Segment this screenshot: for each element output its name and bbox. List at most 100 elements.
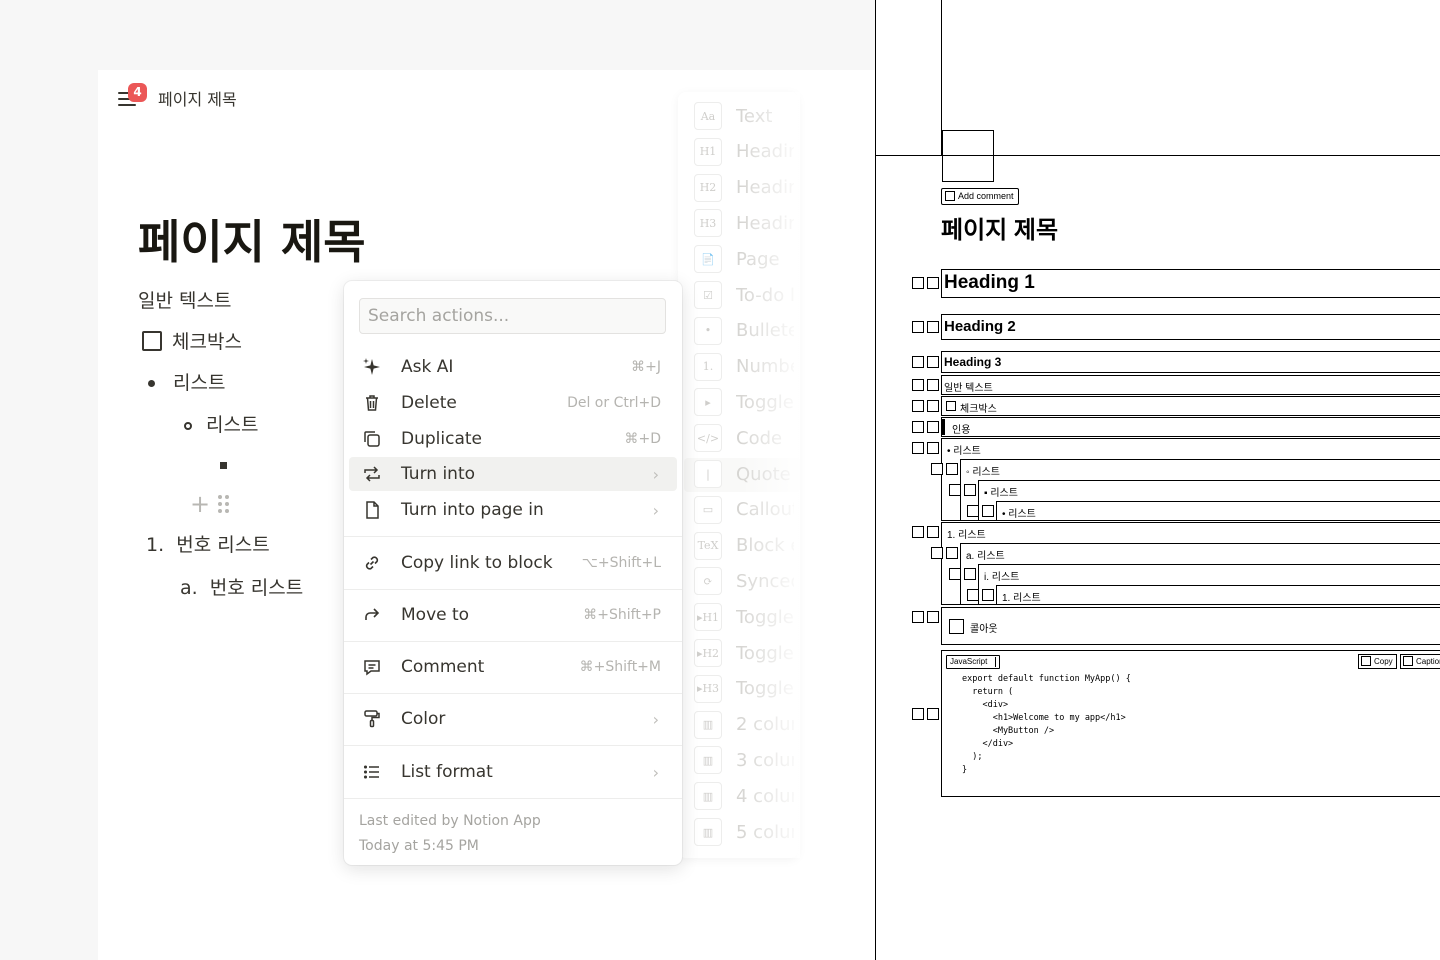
todo-block[interactable]: 체크박스: [941, 396, 1440, 416]
menu-item-color[interactable]: Color ›: [349, 702, 677, 736]
bulleted-list-item[interactable]: [220, 452, 227, 474]
menu-item-turn-into[interactable]: Turn into ›: [349, 457, 677, 491]
block-type-icon: ▥: [694, 710, 722, 739]
drag-icon[interactable]: [946, 463, 958, 475]
heading-3-block[interactable]: Heading 3: [941, 351, 1440, 373]
menu-item-turn-into-page[interactable]: Turn into page in ›: [349, 493, 677, 527]
numbered-list-item[interactable]: 1. 번호 리스트: [146, 530, 270, 557]
breadcrumb[interactable]: 페이지 제목: [158, 86, 237, 110]
drag-icon[interactable]: [964, 484, 976, 496]
drag-icon[interactable]: [927, 708, 939, 720]
chevron-right-icon: ›: [652, 500, 659, 520]
page-icon: [361, 499, 383, 521]
drag-icon[interactable]: [982, 505, 994, 517]
drag-icon[interactable]: [927, 321, 939, 333]
code-content[interactable]: export default function MyApp() { return…: [962, 673, 1131, 777]
copy-icon: [1361, 656, 1371, 666]
numbered-list-block[interactable]: 1. 리스트: [996, 585, 1440, 605]
page-title[interactable]: 페이지 제목: [138, 206, 366, 272]
add-icon[interactable]: [949, 484, 961, 496]
drag-icon[interactable]: [927, 356, 939, 368]
drag-icon[interactable]: [927, 379, 939, 391]
block-type-icon: </>: [694, 424, 722, 453]
menu-item-move-to[interactable]: Move to ⌘+Shift+P: [349, 598, 677, 632]
sidebar-menu-icon[interactable]: 4: [116, 83, 147, 110]
quote-block[interactable]: 인용: [941, 417, 1440, 437]
add-icon[interactable]: [912, 611, 924, 623]
drag-handle-icon[interactable]: [218, 495, 230, 513]
sparkle-icon: [361, 356, 383, 378]
copy-button[interactable]: Copy: [1358, 654, 1397, 669]
text-content: 일반 텍스트: [944, 383, 993, 394]
divider: [344, 641, 682, 642]
drag-icon[interactable]: [927, 277, 939, 289]
add-block-icon[interactable]: +: [190, 490, 210, 518]
callout-block[interactable]: 콜아웃: [941, 607, 1440, 645]
add-icon[interactable]: [931, 547, 943, 559]
list-text: 1. 리스트: [1002, 593, 1041, 604]
list-text: 1. 리스트: [947, 530, 986, 541]
add-icon[interactable]: [912, 442, 924, 454]
drag-icon[interactable]: [982, 589, 994, 601]
block-type-icon: ▸H1: [694, 603, 722, 632]
add-icon[interactable]: [912, 400, 924, 412]
bulleted-list-block[interactable]: • 리스트: [996, 501, 1440, 521]
add-icon[interactable]: [949, 568, 961, 580]
add-icon[interactable]: [912, 421, 924, 433]
heading-3-text: Heading 3: [944, 355, 1002, 369]
add-icon[interactable]: [912, 356, 924, 368]
add-icon[interactable]: [912, 708, 924, 720]
drag-icon[interactable]: [964, 568, 976, 580]
menu-item-comment[interactable]: Comment ⌘+Shift+M: [349, 650, 677, 684]
block-type-icon: •: [694, 316, 722, 345]
add-icon[interactable]: [967, 505, 979, 517]
menu-item-duplicate[interactable]: Duplicate ⌘+D: [349, 422, 677, 456]
callout-icon[interactable]: [949, 619, 964, 634]
shortcut: ⌘+Shift+M: [579, 659, 661, 675]
menu-item-list-format[interactable]: List format ›: [349, 755, 677, 789]
divider: [344, 693, 682, 694]
add-icon[interactable]: [931, 463, 943, 475]
list-item-label: 리스트: [173, 372, 226, 394]
search-actions-input[interactable]: [359, 298, 666, 334]
block-action-menu: Ask AI ⌘+J Delete Del or Ctrl+D Duplicat…: [344, 281, 682, 865]
drag-icon[interactable]: [927, 526, 939, 538]
list-item-label: 리스트: [206, 414, 259, 436]
drag-icon[interactable]: [946, 547, 958, 559]
drag-icon[interactable]: [927, 421, 939, 433]
caption-button[interactable]: Caption: [1400, 654, 1440, 669]
block-handle[interactable]: +: [190, 490, 230, 518]
divider: [344, 536, 682, 537]
code-language-select[interactable]: JavaScript: [946, 655, 1001, 669]
heading-2-block[interactable]: Heading 2: [941, 314, 1440, 340]
bulleted-list-item[interactable]: 리스트: [184, 410, 258, 437]
menu-item-copy-link[interactable]: Copy link to block ⌥+Shift+L: [349, 546, 677, 580]
drag-icon[interactable]: [927, 611, 939, 623]
add-icon[interactable]: [912, 526, 924, 538]
add-icon[interactable]: [912, 277, 924, 289]
text-block[interactable]: 일반 텍스트: [941, 375, 1440, 395]
menu-item-ask-ai[interactable]: Ask AI ⌘+J: [349, 350, 677, 384]
add-icon[interactable]: [967, 589, 979, 601]
checkbox[interactable]: [142, 330, 162, 351]
bullet-icon: [148, 380, 155, 387]
menu-item-delete[interactable]: Delete Del or Ctrl+D: [349, 386, 677, 420]
checkbox[interactable]: [946, 401, 956, 411]
drag-icon[interactable]: [927, 400, 939, 412]
bulleted-list-item[interactable]: 리스트: [148, 368, 225, 395]
todo-block[interactable]: 체크박스: [142, 327, 242, 354]
drag-icon[interactable]: [927, 442, 939, 454]
numbered-list-item[interactable]: a. 번호 리스트: [180, 573, 303, 600]
heading-1-block[interactable]: Heading 1: [941, 269, 1440, 298]
list-number: 1.: [146, 534, 165, 556]
menu-item-label: Ask AI: [401, 357, 454, 377]
code-block[interactable]: JavaScript Copy Caption export default f…: [941, 650, 1440, 797]
chevron-right-icon: ›: [652, 464, 659, 484]
list-format-icon: [361, 761, 383, 783]
add-icon[interactable]: [912, 379, 924, 391]
add-icon[interactable]: [912, 321, 924, 333]
trash-icon: [361, 392, 383, 414]
add-comment-button[interactable]: Add comment: [941, 188, 1019, 205]
text-block[interactable]: 일반 텍스트: [138, 286, 231, 313]
block-type-icon: ▸H3: [694, 674, 722, 703]
